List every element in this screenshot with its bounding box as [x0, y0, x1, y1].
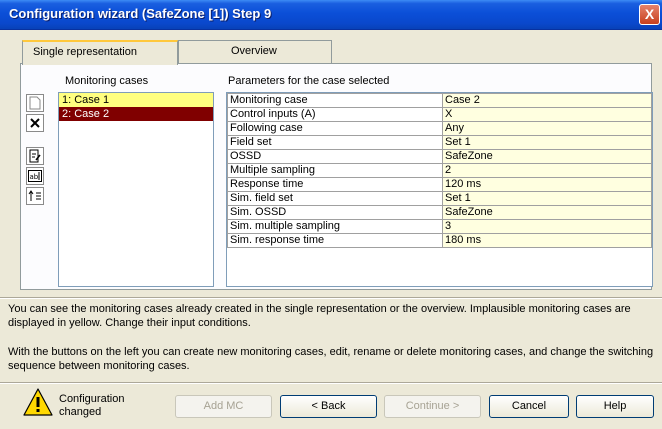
monitoring-cases-header: Monitoring cases [65, 75, 149, 87]
param-value[interactable]: X [442, 107, 652, 122]
param-name: Multiple sampling [227, 163, 443, 178]
param-value[interactable]: 3 [442, 219, 652, 234]
cancel-button[interactable]: Cancel [489, 395, 569, 418]
param-row: Field set Set 1 [227, 135, 652, 150]
param-row: Multiple sampling 2 [227, 163, 652, 178]
help-button[interactable]: Help [576, 395, 654, 418]
param-row: Sim. response time 180 ms [227, 233, 652, 248]
tab-bar: Single representation Overview [0, 40, 662, 65]
param-name: Following case [227, 121, 443, 136]
switching-sequence-button[interactable] [26, 187, 44, 205]
sequence-arrows-icon [28, 190, 41, 201]
new-case-button[interactable] [26, 94, 44, 112]
param-name: OSSD [227, 149, 443, 164]
param-name: Control inputs (A) [227, 107, 443, 122]
edit-document-icon [29, 149, 41, 163]
param-name: Sim. OSSD [227, 205, 443, 220]
divider [0, 382, 662, 384]
param-name: Sim. field set [227, 191, 443, 206]
param-name: Monitoring case [227, 93, 443, 108]
tab-label: Overview [231, 45, 277, 57]
rename-icon: ab [28, 170, 42, 182]
monitoring-case-list[interactable]: 1: Case 1 2: Case 2 [58, 92, 214, 287]
help-paragraph-1: You can see the monitoring cases already… [8, 303, 631, 329]
param-row: Monitoring case Case 2 [227, 93, 652, 108]
parameters-header: Parameters for the case selected [228, 75, 390, 87]
param-value[interactable]: Set 1 [442, 191, 652, 206]
param-value[interactable]: 180 ms [442, 233, 652, 248]
param-row: OSSD SafeZone [227, 149, 652, 164]
param-value[interactable]: SafeZone [442, 205, 652, 220]
delete-case-button[interactable] [26, 114, 44, 132]
warning-icon [23, 388, 53, 416]
close-button[interactable]: X [639, 4, 660, 25]
status-line-2: changed [59, 406, 102, 418]
status-line-1: Configuration [59, 393, 125, 405]
param-value[interactable]: 120 ms [442, 177, 652, 192]
delete-x-icon [30, 118, 40, 128]
tab-label: Single representation [33, 46, 137, 58]
param-value[interactable]: Set 1 [442, 135, 652, 150]
svg-text:ab: ab [30, 173, 39, 181]
tab-overview[interactable]: Overview [178, 40, 332, 63]
param-row: Sim. field set Set 1 [227, 191, 652, 206]
case-item-2[interactable]: 2: Case 2 [59, 107, 213, 121]
window-title: Configuration wizard (SafeZone [1]) Step… [9, 6, 272, 21]
param-row: Response time 120 ms [227, 177, 652, 192]
case-item-1[interactable]: 1: Case 1 [59, 93, 213, 107]
continue-button[interactable]: Continue > [384, 395, 481, 418]
param-value[interactable]: SafeZone [442, 149, 652, 164]
title-bar: Configuration wizard (SafeZone [1]) Step… [0, 0, 662, 30]
param-name: Sim. multiple sampling [227, 219, 443, 234]
param-row: Sim. OSSD SafeZone [227, 205, 652, 220]
param-name: Field set [227, 135, 443, 150]
status-message: Configuration changed [59, 393, 124, 419]
rename-case-button[interactable]: ab [26, 167, 44, 185]
help-paragraph-2: With the buttons on the left you can cre… [8, 346, 654, 372]
edit-case-button[interactable] [26, 147, 44, 165]
param-value[interactable]: 2 [442, 163, 652, 178]
add-mc-button[interactable]: Add MC [175, 395, 272, 418]
param-value[interactable]: Case 2 [442, 93, 652, 108]
back-button[interactable]: < Back [280, 395, 377, 418]
tab-single-representation[interactable]: Single representation [22, 40, 178, 65]
param-name: Sim. response time [227, 233, 443, 248]
param-value[interactable]: Any [442, 121, 652, 136]
new-document-icon [29, 96, 41, 110]
param-row: Sim. multiple sampling 3 [227, 219, 652, 234]
divider [0, 297, 662, 299]
param-row: Following case Any [227, 121, 652, 136]
parameters-grid[interactable]: Monitoring case Case 2 Control inputs (A)… [226, 92, 653, 287]
param-row: Control inputs (A) X [227, 107, 652, 122]
param-name: Response time [227, 177, 443, 192]
